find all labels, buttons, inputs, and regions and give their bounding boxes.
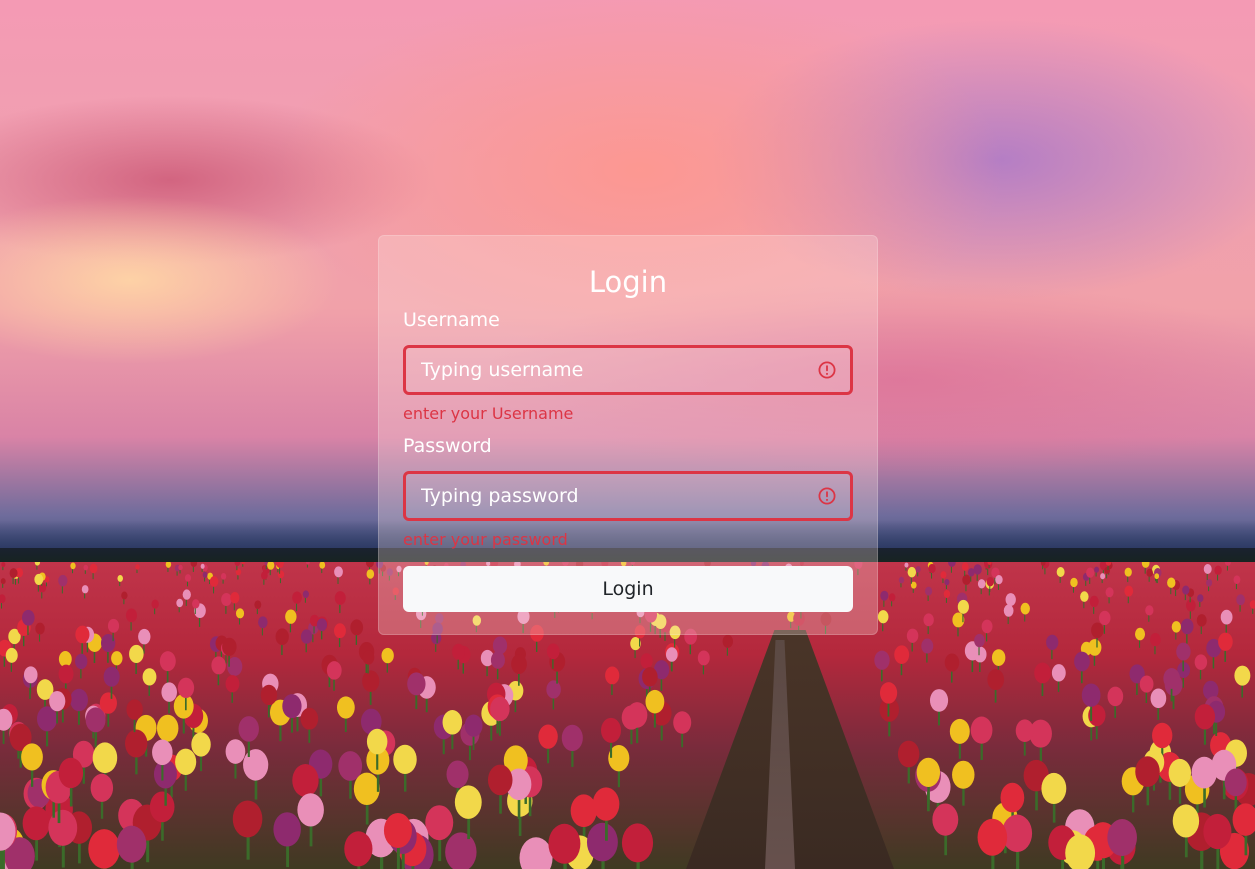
username-input-wrapper	[403, 345, 853, 395]
password-input[interactable]	[406, 474, 850, 518]
exclamation-circle-icon	[818, 361, 836, 379]
login-button[interactable]: Login	[403, 566, 853, 612]
login-card: Login Username enter your Username Passw…	[378, 235, 878, 635]
password-label: Password	[403, 435, 492, 457]
username-error-message: enter your Username	[403, 404, 574, 423]
username-label: Username	[403, 309, 500, 331]
exclamation-circle-icon	[818, 487, 836, 505]
password-input-wrapper	[403, 471, 853, 521]
login-title: Login	[588, 265, 668, 299]
password-error-message: enter your password	[403, 530, 568, 549]
username-input[interactable]	[406, 348, 850, 392]
